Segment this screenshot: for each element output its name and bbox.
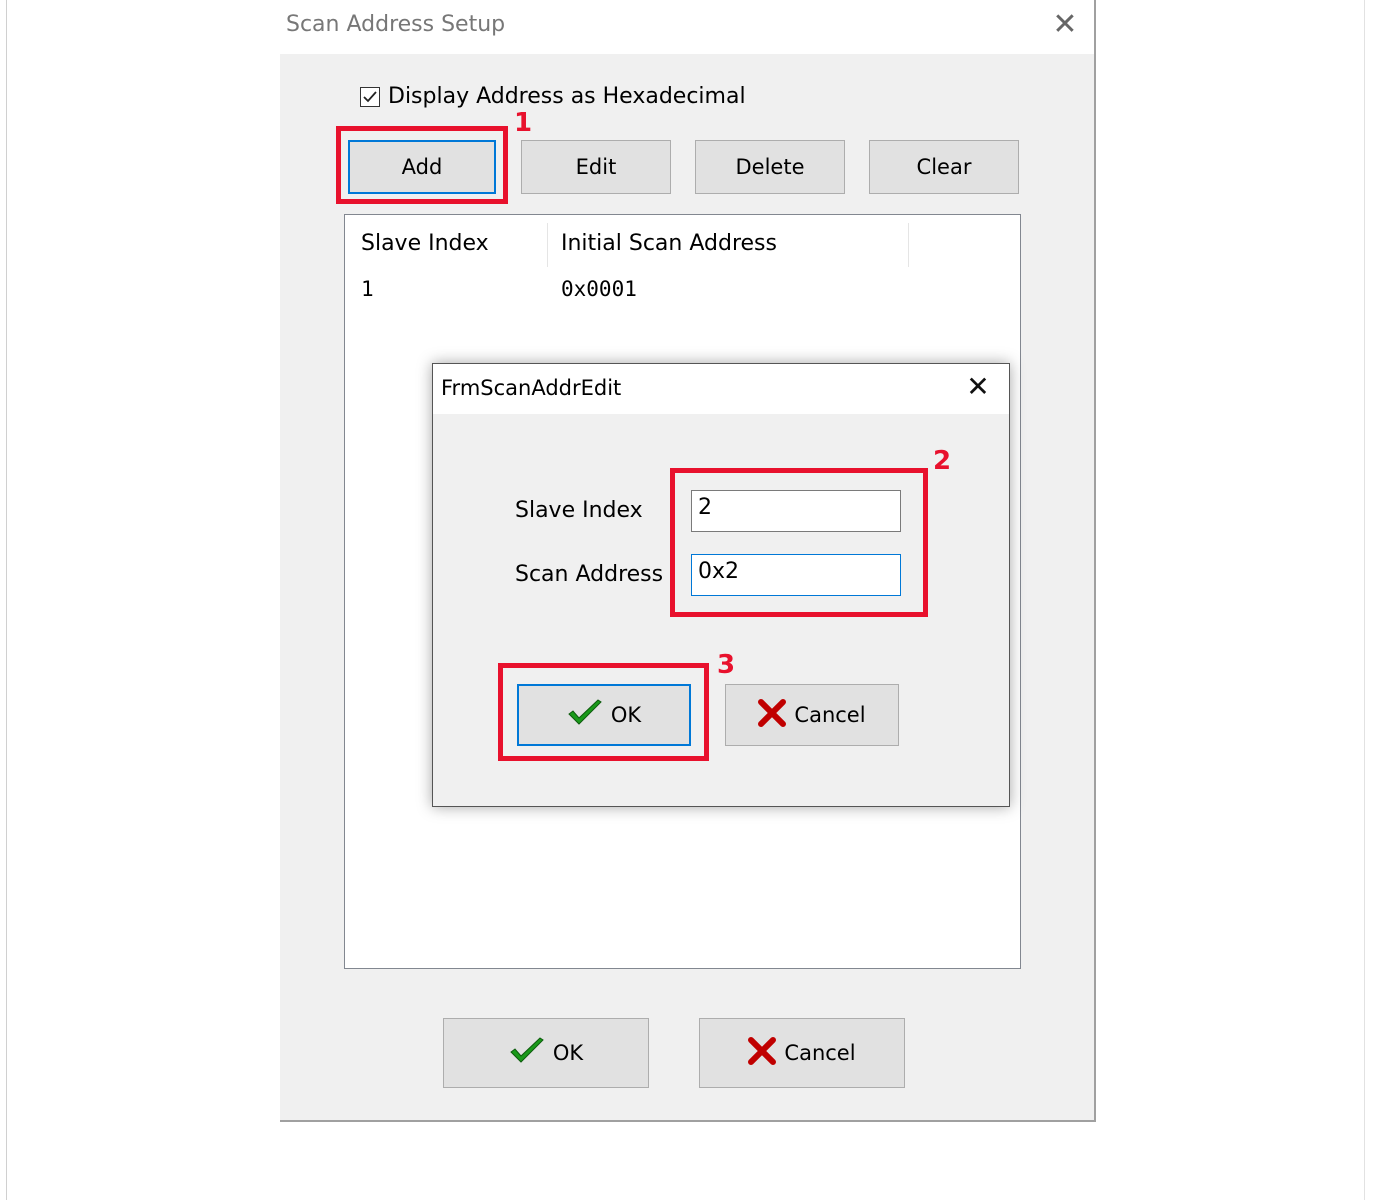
annotation-number-2: 2 [933, 446, 952, 476]
close-icon[interactable]: ✕ [963, 372, 993, 402]
column-header-initial-scan-address[interactable]: Initial Scan Address [561, 231, 777, 256]
checkbox-checked-icon[interactable] [360, 86, 380, 107]
hex-display-label: Display Address as Hexadecimal [388, 84, 746, 109]
edit-cancel-button[interactable]: Cancel [725, 684, 899, 746]
main-dialog-title: Scan Address Setup [286, 12, 506, 37]
cell-slave-index: 1 [361, 277, 374, 301]
annotation-box-3 [498, 663, 709, 761]
page-edge-left [6, 0, 7, 1200]
column-divider [547, 223, 548, 267]
column-header-slave-index[interactable]: Slave Index [361, 231, 489, 256]
annotation-number-3: 3 [717, 650, 736, 680]
main-cancel-button[interactable]: Cancel [699, 1018, 905, 1088]
checkmark-icon [509, 1036, 545, 1070]
annotation-box-1 [336, 126, 508, 204]
edit-dialog-titlebar: FrmScanAddrEdit ✕ [433, 364, 1009, 414]
scan-address-label: Scan Address [515, 562, 664, 587]
cell-scan-address: 0x0001 [561, 277, 637, 301]
cross-icon [758, 698, 787, 732]
edit-cancel-label: Cancel [794, 703, 866, 727]
edit-button[interactable]: Edit [521, 140, 671, 194]
close-icon[interactable]: ✕ [1050, 10, 1080, 40]
cross-icon [748, 1036, 777, 1070]
main-titlebar: Scan Address Setup ✕ [280, 0, 1094, 54]
annotation-number-1: 1 [514, 108, 533, 138]
main-ok-label: OK [552, 1041, 584, 1065]
edit-dialog-title: FrmScanAddrEdit [441, 376, 622, 400]
clear-button[interactable]: Clear [869, 140, 1019, 194]
main-ok-button[interactable]: OK [443, 1018, 649, 1088]
main-cancel-label: Cancel [784, 1041, 856, 1065]
delete-button[interactable]: Delete [695, 140, 845, 194]
annotation-box-2 [670, 468, 928, 617]
hex-display-checkbox[interactable]: Display Address as Hexadecimal [360, 84, 746, 109]
page-edge-right [1364, 0, 1365, 1200]
slave-index-label: Slave Index [515, 498, 643, 523]
column-divider [908, 223, 909, 267]
